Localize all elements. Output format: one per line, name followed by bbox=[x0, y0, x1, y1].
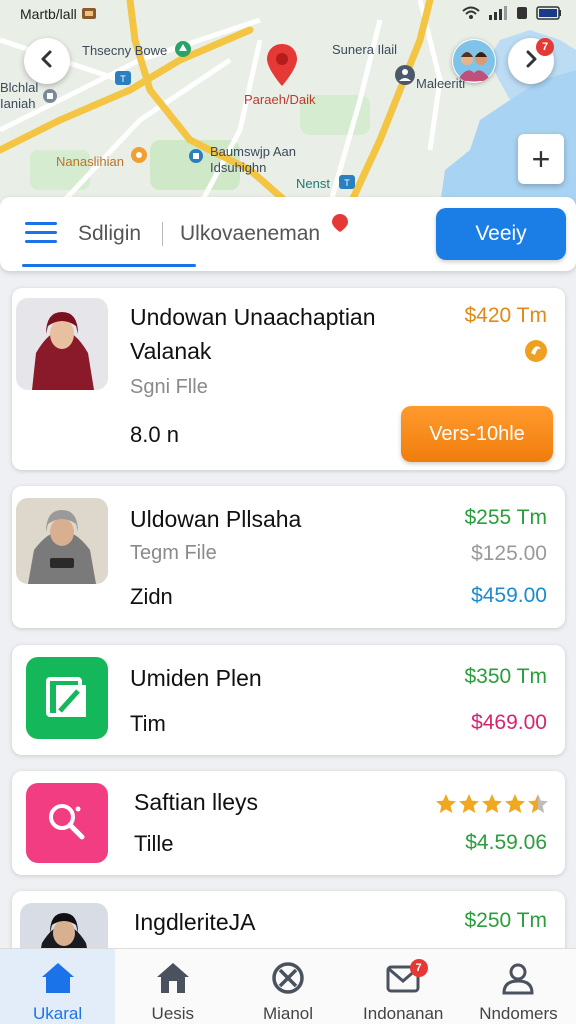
item-title: Undowan Unaachaptian bbox=[130, 304, 376, 330]
bottom-navigation: Ukaral Uesis Mianol 7 Indonanan Nndomers bbox=[0, 948, 576, 1024]
item-price-total: $459.00 bbox=[471, 584, 547, 607]
tab-divider bbox=[162, 222, 163, 246]
star-icon bbox=[504, 793, 526, 820]
map-label-place-7: Idsuhighn bbox=[210, 160, 267, 175]
item-price: $4.59.06 bbox=[465, 831, 547, 854]
rating-stars bbox=[435, 793, 549, 820]
plus-icon: + bbox=[531, 141, 551, 177]
item-title: Umiden Plen bbox=[130, 665, 262, 691]
map-pin-icon[interactable] bbox=[265, 42, 299, 93]
item-subtitle: Sgni Flle bbox=[130, 376, 208, 398]
item-value: Tille bbox=[134, 831, 174, 856]
chevron-right-icon bbox=[523, 50, 539, 73]
tab-ulkovaeneman[interactable]: Ulkovaeneman bbox=[180, 222, 320, 246]
list-item[interactable]: Undowan Unaachaptian Valanak Sgni Flle 8… bbox=[12, 288, 565, 470]
star-icon bbox=[481, 793, 503, 820]
item-price: $420 Tm bbox=[464, 304, 548, 327]
home-icon bbox=[40, 961, 76, 1000]
nav-item-uesis[interactable]: Uesis bbox=[115, 949, 230, 1024]
star-icon bbox=[527, 793, 549, 820]
zoom-in-button[interactable]: + bbox=[518, 134, 564, 184]
nav-item-mianol[interactable]: Mianol bbox=[230, 949, 345, 1024]
menu-button[interactable] bbox=[24, 220, 58, 246]
item-price: $250 Tm bbox=[464, 909, 548, 932]
item-value: Tim bbox=[130, 711, 166, 736]
nav-label: Mianol bbox=[262, 1004, 314, 1023]
item-title: Uldowan Pllsaha bbox=[130, 506, 302, 532]
item-price-secondary: $469.00 bbox=[471, 711, 547, 734]
item-subtitle: Tegm File bbox=[130, 542, 217, 564]
item-price: $350 Tm bbox=[464, 665, 548, 688]
map-label-place-6: Baumswjp Aan bbox=[210, 144, 296, 159]
map-label-place-3: Maleeriti bbox=[416, 76, 466, 91]
tab-sdligin[interactable]: Sdligin bbox=[78, 222, 141, 246]
signal-icon bbox=[488, 5, 508, 23]
nav-item-indonanan[interactable]: 7 Indonanan bbox=[346, 949, 461, 1024]
battery-icon bbox=[536, 5, 562, 23]
hamburger-icon bbox=[24, 222, 58, 250]
location-dot-icon bbox=[331, 213, 349, 238]
chevron-left-icon bbox=[39, 50, 55, 73]
park-marker-icon bbox=[174, 40, 192, 63]
nav-item-ukaral[interactable]: Ukaral bbox=[0, 949, 116, 1024]
building-marker-icon bbox=[188, 148, 204, 169]
favorite-icon[interactable] bbox=[523, 338, 549, 369]
item-value: 8.0 n bbox=[130, 422, 179, 447]
version-button[interactable]: Vers-10hle bbox=[401, 406, 553, 462]
item-title-line-2: Valanak bbox=[130, 338, 212, 364]
list-item[interactable]: Umiden Plen Tim $350 Tm $469.00 bbox=[12, 645, 565, 755]
document-icon bbox=[44, 675, 90, 726]
circle-x-icon bbox=[270, 961, 306, 1000]
status-bar: Martb/lall bbox=[0, 0, 576, 28]
wifi-icon bbox=[462, 6, 480, 23]
nav-label: Ukaral bbox=[33, 1004, 83, 1023]
map-label-place-8: Nanaslihian bbox=[56, 154, 124, 169]
map-view[interactable]: Martb/lall Thsecny Bowe Sunera Ilail Mal… bbox=[0, 0, 576, 205]
item-thumbnail bbox=[16, 298, 108, 390]
map-label-place-2: Sunera Ilail bbox=[332, 42, 398, 57]
transit-marker-icon: T bbox=[338, 174, 356, 195]
item-thumbnail bbox=[16, 498, 108, 584]
app-notification-icon bbox=[81, 6, 97, 23]
item-value: Zidn bbox=[130, 584, 173, 609]
list-item[interactable]: Uldowan Pllsaha Tegm File Zidn $255 Tm $… bbox=[12, 486, 565, 628]
item-thumbnail bbox=[26, 783, 108, 863]
item-price-secondary: $125.00 bbox=[471, 542, 547, 565]
back-button[interactable] bbox=[24, 38, 70, 84]
person-icon bbox=[500, 961, 536, 1000]
transit-marker-icon: T bbox=[114, 70, 132, 91]
map-label-place-1: Thsecny Bowe bbox=[82, 43, 168, 58]
star-icon bbox=[458, 793, 480, 820]
item-title: IngdleriteJA bbox=[134, 909, 256, 935]
notification-badge: 7 bbox=[536, 38, 554, 56]
building-marker-icon bbox=[42, 88, 58, 109]
nav-label: Uesis bbox=[151, 1004, 195, 1023]
map-label-place-5: Ianiah bbox=[0, 96, 36, 111]
notification-badge: 7 bbox=[409, 959, 428, 977]
sim-icon bbox=[516, 6, 528, 23]
star-icon bbox=[435, 793, 457, 820]
carrier-label: Martb/lall bbox=[20, 6, 77, 22]
nav-label: Indonanan bbox=[363, 1004, 444, 1023]
home-outline-icon bbox=[155, 961, 191, 1000]
svg-text:T: T bbox=[344, 178, 350, 188]
user-avatar[interactable] bbox=[452, 39, 496, 83]
map-label-place-4: Blchlal bbox=[0, 80, 39, 95]
nav-item-nndomers[interactable]: Nndomers bbox=[461, 949, 576, 1024]
list-item[interactable]: Saftian lleys Tille $4.59.06 bbox=[12, 771, 565, 875]
map-label-place-9: Nenst bbox=[296, 176, 330, 191]
map-pin-label: Paraeh/Daik bbox=[244, 92, 316, 107]
item-title: Saftian lleys bbox=[134, 789, 259, 815]
item-price: $255 Tm bbox=[464, 506, 548, 529]
active-tab-indicator bbox=[22, 264, 196, 267]
svg-text:T: T bbox=[120, 74, 126, 84]
view-button[interactable]: Veeiy bbox=[436, 208, 566, 260]
item-thumbnail bbox=[26, 657, 108, 739]
key-search-icon bbox=[42, 797, 92, 852]
shop-marker-icon bbox=[130, 146, 148, 169]
location-person-icon bbox=[394, 64, 416, 91]
nav-label: Nndomers bbox=[479, 1004, 558, 1023]
